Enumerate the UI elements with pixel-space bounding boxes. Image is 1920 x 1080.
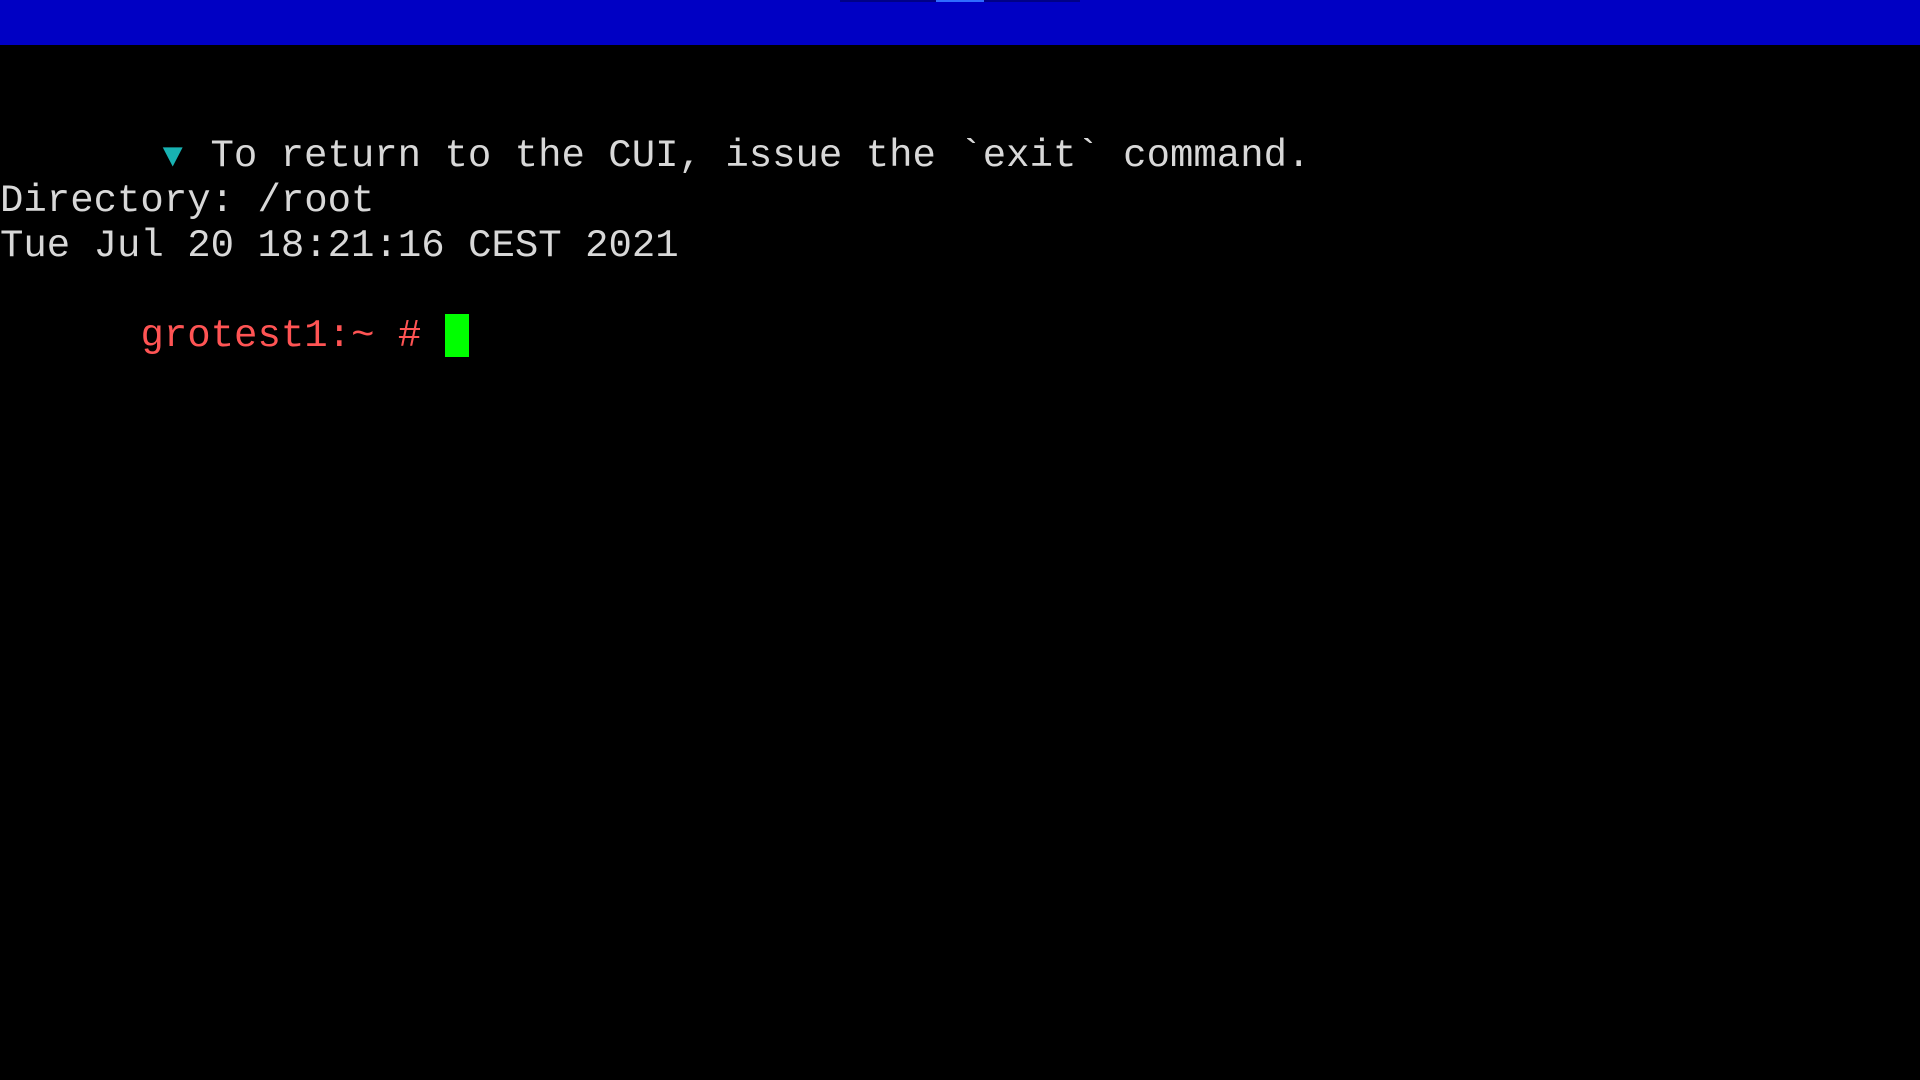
top-bar [0, 0, 1920, 45]
date-line: Tue Jul 20 18:21:16 CEST 2021 [0, 224, 679, 268]
terminal-screen: ▼ To return to the CUI, issue the `exit` … [0, 0, 1920, 1080]
prompt-line[interactable]: grotest1:~ # [0, 269, 470, 404]
notice-text: To return to the CUI, issue the `exit` c… [210, 134, 1311, 178]
terminal-output[interactable]: ▼ To return to the CUI, issue the `exit` … [0, 45, 1920, 1080]
top-bar-active-indicator [936, 0, 984, 2]
triangle-down-icon: ▼ [162, 139, 183, 177]
shell-prompt: grotest1:~ # [140, 314, 422, 358]
directory-line: Directory: /root [0, 179, 375, 223]
text-cursor[interactable] [445, 314, 470, 357]
